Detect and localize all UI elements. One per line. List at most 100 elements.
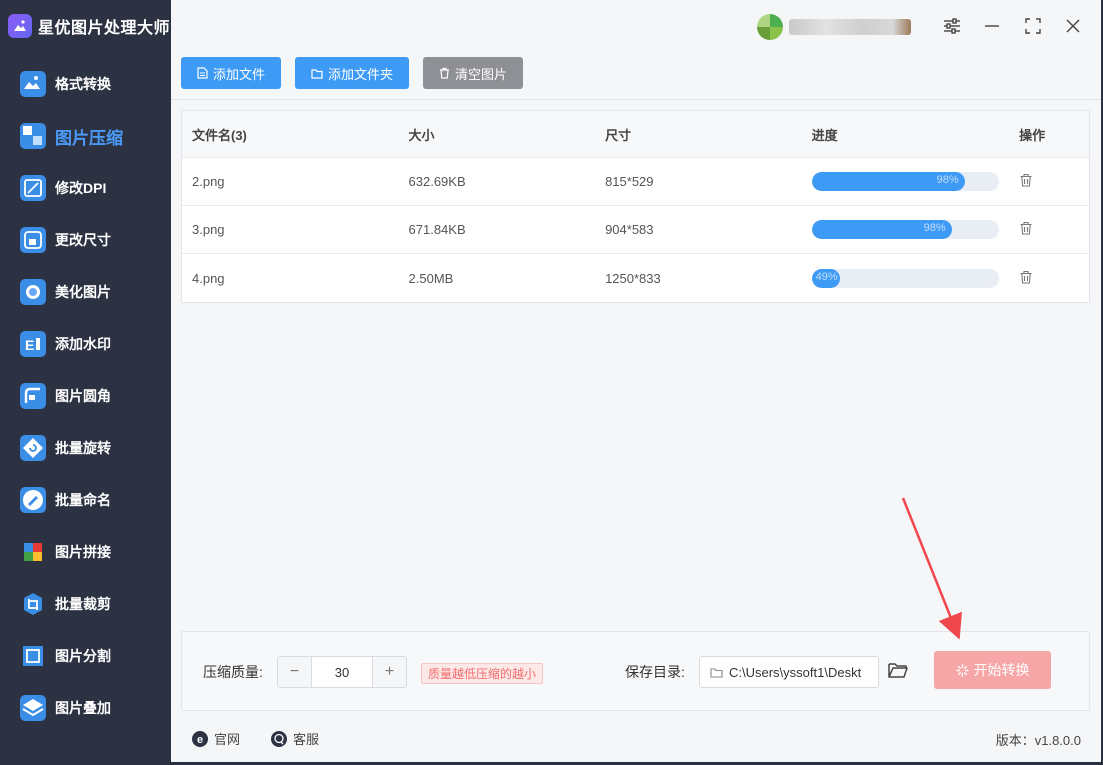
clear-images-label: 清空图片 [455,66,508,82]
close-icon[interactable] [1060,13,1086,39]
sidebar-item-label: 添加水印 [55,336,111,352]
trash-icon [440,67,450,79]
header-progress: 进度 [811,127,838,143]
cell-filename: 3.png [192,222,225,237]
ie-browser-icon: e [192,730,208,747]
quality-decrease-button[interactable]: − [278,657,312,687]
image-convert-icon [20,71,46,97]
delete-trash-icon[interactable] [1019,270,1033,284]
sidebar-item-image-convert[interactable]: 格式转换 [0,58,171,110]
app-title: 星优图片处理大师 [8,12,170,40]
divider [171,99,1101,100]
dpi-icon [20,175,46,201]
sidebar-item-crop[interactable]: 批量裁剪 [0,578,171,630]
website-link[interactable]: e 官网 [191,729,240,748]
cell-progress: 98% [802,220,1010,239]
cell-dimensions: 815*529 [605,174,654,189]
progress-bar: 98% [811,172,999,191]
main-window: 添加文件 添加文件夹 清空图片 文件名(3) 大小 尺寸 进度 操作 2.png… [171,0,1101,762]
beautify-icon [20,279,46,305]
sidebar-item-resize[interactable]: 更改尺寸 [0,214,171,266]
progress-label: 98% [936,174,959,186]
save-path-field[interactable]: C:\Users\yssoft1\Deskt [699,656,879,688]
start-convert-label: 开始转换 [973,662,1030,678]
puzzle-icon [20,539,46,565]
cell-filename: 2.png [192,174,225,189]
watermark-icon: E [20,331,46,357]
delete-trash-icon[interactable] [1019,173,1033,187]
quality-input[interactable] [312,657,372,687]
add-file-button[interactable]: 添加文件 [181,57,282,89]
sidebar-item-rename[interactable]: 批量命名 [0,474,171,526]
sidebar-item-round-corner[interactable]: 图片圆角 [0,370,171,422]
cell-filename: 4.png [192,270,225,286]
quality-increase-button[interactable]: + [372,657,406,687]
maximize-icon[interactable] [1020,13,1046,39]
spinner-icon [955,663,969,677]
sidebar-item-label: 图片压缩 [55,128,123,148]
sidebar-item-label: 批量裁剪 [55,596,111,612]
sidebar-item-label: 图片分割 [55,648,111,664]
save-dir-label: 保存目录: [625,664,685,680]
sidebar-item-layers[interactable]: 图片叠加 [0,682,171,734]
sidebar-item-dpi[interactable]: 修改DPI [0,162,171,214]
settings-sliders-icon[interactable] [939,13,965,39]
sidebar-item-label: 更改尺寸 [55,232,111,248]
progress-label: 98% [923,222,946,234]
quality-hint-badge: 质量越低压缩的越小 [421,663,544,684]
header-filename: 文件名(3) [192,127,247,143]
progress-bar: 98% [811,220,999,239]
app-title-text: 星优图片处理大师 [38,20,171,37]
toolbar: 添加文件 添加文件夹 清空图片 [181,57,524,89]
image-compress-icon [20,123,46,149]
table-body: 2.png 632.69KB 815*529 98% 3.png 671.84KB 904*… [182,158,1089,302]
crop-icon [20,591,46,617]
clear-images-button[interactable]: 清空图片 [423,57,524,89]
cell-dimensions: 904*583 [605,222,654,237]
folder-icon [710,667,723,678]
sidebar-nav: 格式转换图片压缩修改DPI 更改尺寸美化图片 E 添加水印图片圆角批量旋转批量命名图片… [0,58,171,734]
sidebar-item-image-compress[interactable]: 图片压缩 [0,110,171,162]
header-size: 大小 [408,127,435,143]
table-row: 2.png 632.69KB 815*529 98% [182,158,1089,206]
sidebar-item-label: 修改DPI [55,180,107,196]
quality-stepper: − + [277,656,407,688]
sidebar-item-label: 图片叠加 [55,700,111,716]
open-folder-icon[interactable] [887,660,911,684]
website-label: 官网 [214,732,241,747]
chat-icon [271,730,287,747]
cell-actions [1009,173,1089,190]
layers-icon [20,695,46,721]
save-path-text: C:\Users\yssoft1\Deskt [729,664,862,680]
sidebar-item-label: 图片拼接 [55,544,111,560]
username-blurred [789,19,911,35]
sidebar-item-rotate[interactable]: 批量旋转 [0,422,171,474]
sidebar-item-label: 批量命名 [55,492,111,508]
support-link[interactable]: 客服 [270,729,319,748]
title-bar [171,0,1101,52]
table-row: 4.png 2.50MB 1250*833 49% [182,254,1089,302]
split-icon [20,643,46,669]
cell-actions [1009,270,1089,287]
rotate-icon [20,435,46,461]
minimize-icon[interactable] [979,13,1005,39]
cell-dimensions: 1250*833 [605,270,661,286]
progress-label: 49% [815,270,838,283]
delete-trash-icon[interactable] [1019,221,1033,235]
resize-icon [20,227,46,253]
add-folder-button[interactable]: 添加文件夹 [295,57,410,89]
sidebar-item-split[interactable]: 图片分割 [0,630,171,682]
sidebar-item-puzzle[interactable]: 图片拼接 [0,526,171,578]
table-header: 文件名(3) 大小 尺寸 进度 操作 [182,111,1089,158]
sidebar-item-beautify[interactable]: 美化图片 [0,266,171,318]
sidebar-item-label: 美化图片 [55,284,111,300]
add-file-label: 添加文件 [213,66,266,82]
avatar[interactable] [757,14,783,40]
sidebar-item-label: 图片圆角 [55,388,111,404]
start-convert-button[interactable]: 开始转换 [934,651,1051,689]
user-area[interactable] [757,14,911,40]
sidebar: 星优图片处理大师 格式转换图片压缩修改DPI 更改尺寸美化图片 E 添加水印图片圆角批… [0,0,171,765]
footer: e 官网 客服 版本：v1.8.0.0 [171,716,1101,762]
sidebar-item-watermark[interactable]: E 添加水印 [0,318,171,370]
folder-icon [311,68,323,79]
